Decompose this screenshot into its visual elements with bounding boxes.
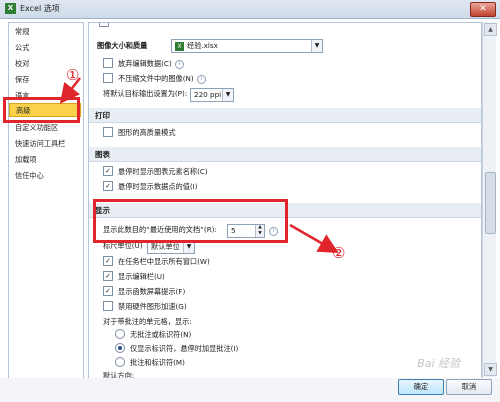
disable-hw-accel-option[interactable]: 禁用硬件图形加速(G) [103, 300, 187, 314]
cancel-button[interactable]: 取消 [446, 379, 492, 395]
checkbox-checked[interactable]: ✓ [103, 256, 113, 266]
file-select-value: 经验.xlsx [187, 41, 218, 50]
checkbox[interactable] [103, 301, 113, 311]
comment-indicator-option[interactable]: 仅显示标识符，悬停时加显批注(I) [115, 342, 238, 356]
radio[interactable] [115, 357, 125, 367]
default-output-select[interactable]: 220 ppi ▼ [190, 88, 234, 102]
annotation-box-recent-docs [93, 199, 288, 243]
show-all-windows-option[interactable]: ✓ 在任务栏中显示所有窗口(W) [103, 255, 210, 269]
image-quality-file-select[interactable]: X 经验.xlsx ▼ [171, 39, 323, 53]
checkbox[interactable] [103, 127, 113, 137]
show-data-point-values-option[interactable]: ✓ 悬停时显示数据点的值(I) [103, 180, 198, 194]
ok-button[interactable]: 确定 [398, 379, 444, 395]
annotation-number-1: ① [66, 66, 80, 84]
sidebar-item-customize-ribbon[interactable]: 自定义功能区 [9, 121, 81, 135]
checkbox[interactable] [103, 58, 113, 68]
scroll-thumb[interactable] [485, 172, 496, 234]
sidebar-item-general[interactable]: 常规 [9, 25, 81, 39]
sidebar-item-trust-center[interactable]: 信任中心 [9, 169, 81, 183]
chevron-down-icon: ▼ [311, 40, 322, 52]
chevron-down-icon: ▼ [222, 89, 233, 101]
sidebar-item-quick-access[interactable]: 快速访问工具栏 [9, 137, 81, 151]
checkbox-checked[interactable]: ✓ [103, 166, 113, 176]
chart-section-header: 图表 [89, 147, 481, 162]
scroll-down-icon[interactable]: ▼ [484, 363, 497, 376]
window-title: Excel 选项 [20, 4, 60, 13]
show-formula-bar-option[interactable]: ✓ 显示编辑栏(U) [103, 270, 165, 284]
vertical-scrollbar[interactable]: ▲ ▼ [482, 22, 497, 377]
info-icon: i [174, 59, 184, 69]
checkbox-checked[interactable]: ✓ [103, 181, 113, 191]
clipped-option [99, 23, 114, 30]
info-icon: i [196, 74, 206, 84]
checkbox-checked[interactable]: ✓ [103, 286, 113, 296]
watermark: Bai 经验 [417, 357, 460, 370]
annotation-box-advanced [3, 97, 80, 123]
show-chart-element-names-option[interactable]: ✓ 悬停时显示图表元素名称(C) [103, 165, 208, 179]
scroll-up-icon[interactable]: ▲ [484, 23, 497, 36]
title-bar: X Excel 选项 ✕ [0, 0, 500, 19]
checkbox-checked[interactable]: ✓ [103, 271, 113, 281]
comment-none-option[interactable]: 无批注或标识符(N) [115, 328, 191, 342]
default-output-label: 将默认目标输出设置为(P): [103, 89, 188, 98]
excel-options-dialog: X Excel 选项 ✕ 常规 公式 校对 保存 语言 高级 自定义功能区 快速… [0, 0, 500, 402]
image-quality-label: 图像大小和质量 [97, 41, 148, 50]
comment-both-option[interactable]: 批注和标识符(M) [115, 356, 185, 370]
show-function-tips-option[interactable]: ✓ 显示函数屏幕提示(F) [103, 285, 185, 299]
sidebar-item-addins[interactable]: 加载项 [9, 153, 81, 167]
excel-file-icon: X [175, 42, 184, 51]
print-section-header: 打印 [89, 108, 481, 123]
radio-selected[interactable] [115, 343, 125, 353]
comment-display-label: 对于带批注的单元格，显示: [103, 317, 192, 326]
no-compress-option[interactable]: 不压缩文件中的图像(N) i [103, 72, 206, 86]
annotation-number-2: ② [332, 244, 346, 262]
discard-edit-data-option[interactable]: 放弃编辑数据(C) i [103, 57, 184, 71]
checkbox[interactable] [103, 73, 113, 83]
sidebar-item-formulas[interactable]: 公式 [9, 41, 81, 55]
high-quality-graphics-option[interactable]: 图形的高质量模式 [103, 126, 176, 140]
radio[interactable] [115, 329, 125, 339]
excel-app-icon: X [5, 3, 16, 14]
close-button[interactable]: ✕ [470, 2, 496, 17]
